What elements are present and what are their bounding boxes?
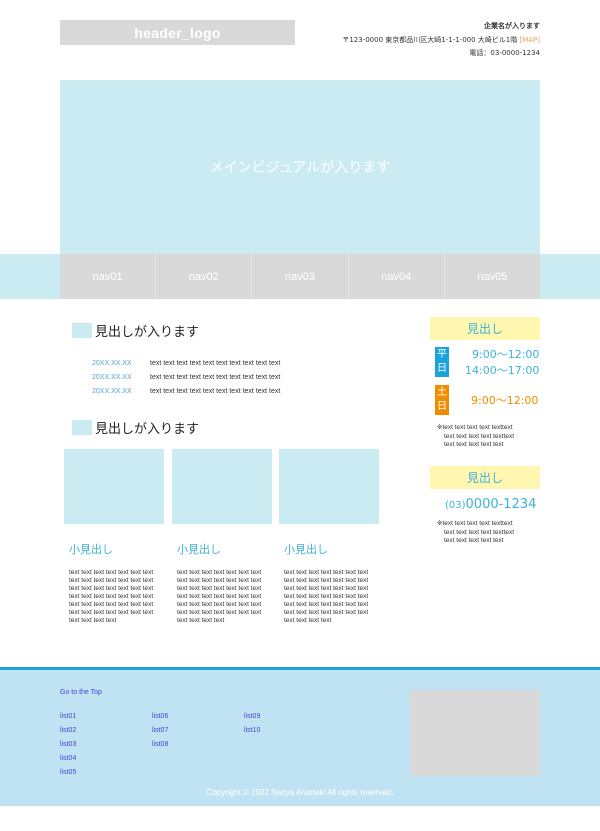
global-nav: nav01 nav02 nav03 nav04 nav05: [0, 254, 600, 299]
news-text: text text text text text text text text …: [150, 373, 281, 381]
weekday-times: 9:00〜12:00 14:00〜17:00: [465, 347, 539, 379]
note-line: ※text text text text texttext: [437, 520, 513, 527]
news-date: 20XX.XX.XX: [92, 387, 132, 395]
contact-heading: 見出し: [430, 466, 540, 489]
tel-area-code: (03): [445, 500, 466, 511]
news-text: text text text text text text text text …: [150, 387, 281, 395]
footer-link[interactable]: list04: [60, 752, 76, 766]
go-to-top-link[interactable]: Go to the Top: [60, 689, 102, 696]
nav-item-3[interactable]: nav03: [252, 254, 349, 299]
weekday-time-2: 14:00〜17:00: [465, 364, 540, 377]
card-body: text text text text text text text text …: [177, 569, 262, 624]
footer: Go to the Top list01 list02 list03 list0…: [0, 667, 600, 806]
main-visual: メインビジュアルが入ります: [60, 80, 540, 254]
note-line: ※text text text text texttext: [437, 424, 513, 431]
hours-note: ※text text text text texttext text text …: [437, 424, 547, 450]
footer-list-3: list09 list10: [244, 710, 260, 738]
card-body: text text text text text text text text …: [284, 569, 369, 624]
news-heading-text: 見出しが入ります: [95, 325, 200, 340]
note-line: text text text text text: [444, 441, 504, 448]
card-body: text text text text text text text text …: [69, 569, 154, 624]
company-name: 企業名が入ります: [484, 22, 540, 30]
card-title: 小見出し: [284, 543, 328, 556]
card-image: [64, 449, 164, 524]
note-line: text text text text texttext: [444, 528, 515, 536]
heading-marker: [72, 420, 92, 435]
footer-link[interactable]: list09: [244, 710, 260, 724]
news-heading: 見出しが入ります: [72, 321, 199, 340]
heading-marker: [72, 323, 92, 338]
footer-link[interactable]: list02: [60, 724, 76, 738]
card-title: 小見出し: [69, 543, 113, 556]
news-date: 20XX.XX.XX: [92, 359, 132, 367]
header-logo[interactable]: header_logo: [60, 20, 295, 45]
card-image: [279, 449, 379, 524]
features-heading: 見出しが入ります: [72, 418, 199, 437]
news-item[interactable]: 20XX.XX.XX text text text text text text…: [92, 356, 332, 370]
tel-digits: 0000-1234: [465, 497, 537, 512]
note-line: text text text text texttext: [444, 432, 515, 440]
nav-item-5[interactable]: nav05: [445, 254, 540, 299]
contact-note: ※text text text text texttext text text …: [437, 520, 547, 546]
news-item[interactable]: 20XX.XX.XX text text text text text text…: [92, 370, 332, 384]
feature-card[interactable]: 小見出し text text text text text text text …: [64, 449, 164, 625]
weekend-time-1: 9:00〜12:00: [471, 394, 539, 407]
tel-number[interactable]: (03)0000-1234: [445, 497, 536, 512]
copyright: Copyright © 2022 Naoya Aramaki All right…: [206, 788, 394, 797]
footer-link[interactable]: list08: [152, 738, 168, 752]
weekday-tag: 平日: [435, 347, 449, 377]
footer-list-1: list01 list02 list03 list04 list05: [60, 710, 76, 780]
weekday-hours: 平日 9:00〜12:00 14:00〜17:00: [435, 347, 539, 379]
footer-list-2: list06 list07 list08: [152, 710, 168, 752]
weekday-time-1: 9:00〜12:00: [472, 348, 540, 361]
note-line: text text text text text: [444, 537, 504, 544]
footer-link[interactable]: list05: [60, 766, 76, 780]
company-info: 企業名が入ります 〒123-0000 東京都品川区大崎1-1-1-000 大崎ビ…: [342, 20, 540, 61]
weekend-tag: 土日: [435, 385, 449, 415]
weekend-hours: 土日 9:00〜12:00: [435, 385, 538, 415]
weekend-times: 9:00〜12:00: [471, 393, 538, 409]
hours-heading: 見出し: [430, 317, 540, 340]
footer-link[interactable]: list10: [244, 724, 260, 738]
main-visual-text: メインビジュアルが入ります: [209, 160, 391, 176]
card-image: [172, 449, 272, 524]
news-text: text text text text text text text text …: [150, 359, 281, 367]
news-list: 20XX.XX.XX text text text text text text…: [92, 356, 332, 398]
features-heading-text: 見出しが入ります: [95, 422, 200, 437]
footer-image-placeholder: [410, 690, 540, 776]
nav-item-1[interactable]: nav01: [60, 254, 157, 299]
footer-link[interactable]: list03: [60, 738, 76, 752]
map-link[interactable]: [MAP]: [519, 36, 540, 44]
footer-link[interactable]: list07: [152, 724, 168, 738]
news-item[interactable]: 20XX.XX.XX text text text text text text…: [92, 384, 332, 398]
feature-card[interactable]: 小見出し text text text text text text text …: [172, 449, 272, 625]
nav-item-4[interactable]: nav04: [349, 254, 445, 299]
card-title: 小見出し: [177, 543, 221, 556]
nav-item-2[interactable]: nav02: [156, 254, 253, 299]
news-date: 20XX.XX.XX: [92, 373, 132, 381]
company-phone: 電話：03-0000-1234: [469, 49, 540, 57]
company-address: 〒123-0000 東京都品川区大崎1-1-1-000 大崎ビル1階: [342, 35, 518, 44]
feature-card[interactable]: 小見出し text text text text text text text …: [279, 449, 379, 625]
footer-link[interactable]: list06: [152, 710, 168, 724]
company-address-line: 〒123-0000 東京都品川区大崎1-1-1-000 大崎ビル1階 [MAP]: [342, 34, 540, 48]
nav-menu: nav01 nav02 nav03 nav04 nav05: [60, 254, 540, 299]
footer-link[interactable]: list01: [60, 710, 76, 724]
